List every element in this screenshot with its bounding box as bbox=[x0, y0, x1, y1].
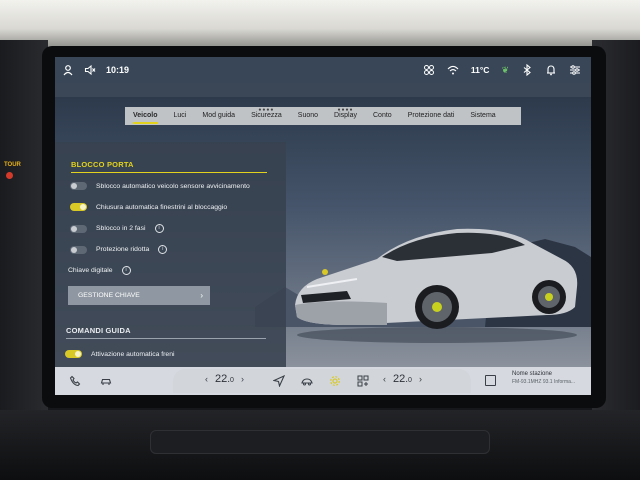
tab-protezione-dati[interactable]: Protezione dati bbox=[400, 107, 463, 125]
toggle-chiusura-finestrini[interactable] bbox=[70, 203, 87, 211]
setting-row: Chiave digitale i bbox=[68, 266, 131, 275]
tab-sistema[interactable]: Sistema bbox=[462, 107, 503, 125]
left-temperature-control: ‹ 22.0 › bbox=[205, 373, 244, 385]
setting-row: Sblocco in 2 fasi i bbox=[70, 224, 164, 233]
gestione-chiave-button[interactable]: GESTIONE CHIAVE › bbox=[68, 286, 210, 305]
section-divider bbox=[71, 172, 267, 173]
page-dots: ●●●● bbox=[258, 107, 275, 113]
setting-row: Chiusura automatica finestrini al blocca… bbox=[70, 203, 227, 211]
chiave-digitale-label: Chiave digitale bbox=[68, 267, 113, 274]
setting-label: Sblocco automatico veicolo sensore avvic… bbox=[96, 182, 250, 190]
toggle-protezione-ridotta[interactable] bbox=[70, 245, 87, 254]
outside-temperature: 11°C bbox=[470, 65, 490, 75]
info-icon[interactable]: i bbox=[158, 245, 168, 254]
tab-display[interactable]: ●●●● Display bbox=[326, 107, 365, 125]
air-vent bbox=[150, 430, 490, 454]
infotainment-screen: 10:19 11°C ❦ Veicolo Luci Mod guida ●●●●… bbox=[55, 57, 591, 395]
media-stop-button[interactable] bbox=[485, 375, 496, 386]
car-control-icon[interactable] bbox=[100, 375, 112, 387]
section-title-comandi-guida: COMANDI GUIDA bbox=[66, 326, 131, 335]
tab-mod-guida[interactable]: Mod guida bbox=[194, 107, 243, 125]
radio-widget[interactable]: Nome stazione FM-93.1MHZ 93.1 Informa... bbox=[512, 371, 575, 385]
phone-icon[interactable] bbox=[69, 375, 81, 387]
section-title-blocco-porta: BLOCCO PORTA bbox=[71, 160, 134, 169]
clock: 10:19 bbox=[106, 65, 130, 75]
info-icon[interactable]: i bbox=[121, 266, 131, 275]
bottom-dock: ‹ 22.0 › ‹ 22.0 › Nome stazione FM-93.1M… bbox=[55, 367, 591, 395]
setting-row: Protezione ridotta i bbox=[70, 245, 168, 254]
status-bar: 10:19 11°C ❦ bbox=[55, 57, 591, 83]
settings-panel: BLOCCO PORTA Sblocco automatico veicolo … bbox=[55, 142, 286, 367]
tab-sicurezza[interactable]: ●●●● Sicurezza bbox=[243, 107, 290, 125]
tab-suono[interactable]: Suono bbox=[290, 107, 326, 125]
vehicle-icon[interactable] bbox=[301, 375, 313, 387]
tab-luci[interactable]: Luci bbox=[166, 107, 195, 125]
page-dots: ●●●● bbox=[337, 107, 354, 113]
setting-label: Protezione ridotta bbox=[96, 246, 150, 253]
connectivity-icon[interactable] bbox=[423, 64, 435, 76]
setting-label: Chiusura automatica finestrini al blocca… bbox=[96, 203, 228, 211]
chevron-right-icon: › bbox=[200, 291, 203, 300]
temp-decimal: 0 bbox=[230, 377, 234, 384]
radio-station-name: Nome stazione bbox=[512, 371, 553, 377]
temp-whole: 22 bbox=[215, 373, 228, 385]
apps-grid-icon[interactable] bbox=[357, 375, 369, 387]
temp-up-right-button[interactable]: › bbox=[419, 374, 422, 384]
drive-mode-indicator: TOUR bbox=[4, 162, 21, 168]
tab-conto[interactable]: Conto bbox=[365, 107, 400, 125]
setting-label: Attivazione automatica freni bbox=[91, 350, 175, 358]
wifi-icon[interactable] bbox=[447, 64, 459, 76]
left-temperature-value: 22.0 bbox=[215, 373, 234, 385]
toggle-sblocco-2-fasi[interactable] bbox=[70, 224, 87, 233]
radio-frequency: FM-93.1MHZ 93.1 Informa... bbox=[512, 379, 576, 385]
right-temperature-control: ‹ 22.0 › bbox=[383, 373, 422, 385]
vehicle-image bbox=[295, 228, 578, 343]
temp-decimal: 0 bbox=[408, 377, 412, 384]
section-divider bbox=[66, 338, 266, 339]
volume-mute-icon[interactable] bbox=[84, 64, 96, 76]
tab-sicurezza-label: Sicurezza bbox=[251, 112, 282, 119]
windshield-background bbox=[0, 0, 640, 48]
temp-whole: 22 bbox=[393, 373, 406, 385]
toggle-sblocco-automatico[interactable] bbox=[70, 182, 87, 190]
leaf-icon: ❦ bbox=[501, 64, 509, 75]
temp-down-left-button[interactable]: ‹ bbox=[205, 374, 208, 384]
info-icon[interactable]: i bbox=[154, 224, 164, 233]
profile-icon[interactable] bbox=[62, 64, 74, 76]
settings-sliders-icon[interactable] bbox=[569, 64, 581, 76]
tab-display-label: Display bbox=[334, 112, 357, 119]
setting-label: Sblocco in 2 fasi bbox=[96, 225, 146, 232]
warning-light-icon bbox=[6, 172, 13, 179]
setting-row: Sblocco automatico veicolo sensore avvic… bbox=[70, 182, 250, 190]
right-temperature-value: 22.0 bbox=[393, 373, 412, 385]
navigation-icon[interactable] bbox=[273, 375, 285, 387]
tab-veicolo[interactable]: Veicolo bbox=[125, 107, 166, 125]
toggle-attivazione-freni[interactable] bbox=[65, 350, 82, 358]
bluetooth-icon[interactable] bbox=[521, 64, 533, 76]
setting-row: Attivazione automatica freni bbox=[65, 350, 175, 358]
bell-icon[interactable] bbox=[545, 64, 557, 76]
settings-tabs: Veicolo Luci Mod guida ●●●● Sicurezza Suo… bbox=[125, 107, 521, 125]
temp-down-right-button[interactable]: ‹ bbox=[383, 374, 386, 384]
gear-icon[interactable] bbox=[329, 375, 341, 387]
temp-up-left-button[interactable]: › bbox=[241, 374, 244, 384]
gestione-chiave-label: GESTIONE CHIAVE bbox=[78, 292, 140, 299]
